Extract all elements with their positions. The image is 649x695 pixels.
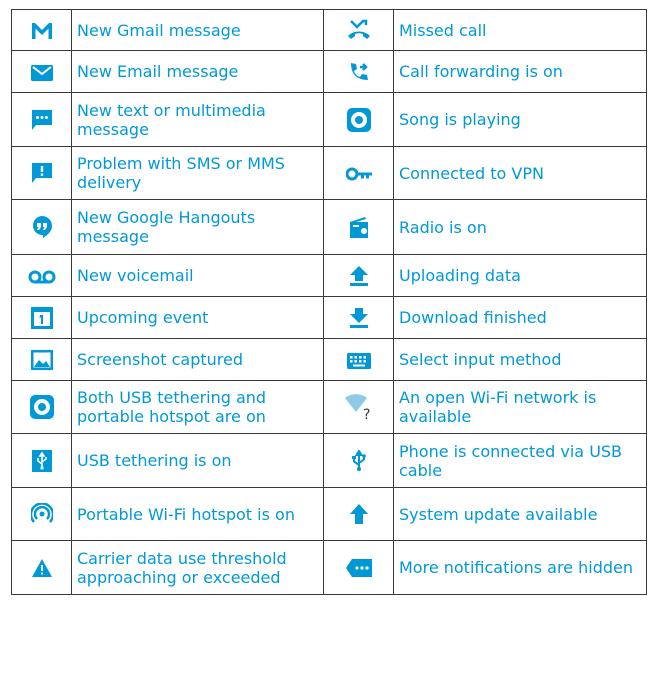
- table-row: New Email message Call forwarding is on: [11, 50, 647, 93]
- email-icon: [30, 64, 53, 81]
- table-row: New Google Hangouts message Radio is on: [11, 199, 647, 255]
- more-notifications-icon: [345, 559, 372, 578]
- list-item: USB tethering is on: [71, 433, 324, 488]
- table-row: Problem with SMS or MMS delivery Connect…: [11, 146, 647, 200]
- table-row: New voicemail Uploading data: [11, 254, 647, 297]
- radio-icon: [348, 216, 370, 238]
- hotspot-icon: [30, 503, 53, 525]
- table-row: Screenshot captured Select input method: [11, 338, 647, 381]
- hangouts-icon: [32, 216, 52, 238]
- list-item: Call forwarding is on: [393, 50, 647, 93]
- list-item: New text or multimedia message: [71, 92, 324, 147]
- table-row: New Gmail message Missed call: [11, 9, 647, 51]
- table-row: Carrier data use threshold approaching o…: [11, 540, 647, 595]
- table-row: Portable Wi-Fi hotspot is on System upda…: [11, 487, 647, 541]
- tethering-hotspot-icon: [29, 395, 54, 419]
- vpn-key-icon: [345, 167, 372, 181]
- sms-problem-icon: [31, 163, 52, 184]
- warning-icon: [31, 559, 52, 578]
- list-item: Upcoming event: [71, 296, 324, 339]
- list-item: New Email message: [71, 50, 324, 93]
- notification-icons-table: New Gmail message Missed call New Email …: [11, 9, 647, 595]
- calendar-icon: [30, 306, 53, 329]
- list-item: Download finished: [393, 296, 647, 339]
- system-update-icon: [349, 504, 368, 525]
- open-wifi-icon: ?: [344, 394, 373, 420]
- list-item: An open Wi-Fi network is available: [393, 380, 647, 434]
- song-playing-icon: [346, 107, 371, 132]
- list-item: More notifications are hidden: [393, 540, 647, 595]
- list-item: Connected to VPN: [393, 146, 647, 200]
- list-item: Song is playing: [393, 92, 647, 147]
- usb-tethering-icon: [31, 449, 52, 472]
- list-item: Missed call: [393, 9, 647, 51]
- list-item: Both USB tethering and portable hotspot …: [71, 380, 324, 434]
- list-item: Problem with SMS or MMS delivery: [71, 146, 324, 200]
- list-item: Radio is on: [393, 199, 647, 255]
- list-item: Carrier data use threshold approaching o…: [71, 540, 324, 595]
- download-icon: [349, 307, 368, 328]
- list-item: Phone is connected via USB cable: [393, 433, 647, 488]
- list-item: New Google Hangouts message: [71, 199, 324, 255]
- list-item: System update available: [393, 487, 647, 541]
- text-message-icon: [31, 109, 52, 130]
- icon-cell: [323, 9, 394, 51]
- call-forward-icon: [348, 61, 370, 83]
- missed-call-icon: [347, 19, 371, 41]
- list-item: Uploading data: [393, 254, 647, 297]
- table-row: USB tethering is on Phone is connected v…: [11, 433, 647, 488]
- gmail-icon: [31, 22, 53, 40]
- list-item: Portable Wi-Fi hotspot is on: [71, 487, 324, 541]
- table-row: Upcoming event Download finished: [11, 296, 647, 339]
- table-row: New text or multimedia message Song is p…: [11, 92, 647, 147]
- screenshot-icon: [30, 349, 53, 370]
- svg-text:?: ?: [363, 407, 370, 420]
- list-item: New Gmail message: [71, 9, 324, 51]
- list-item: Select input method: [393, 338, 647, 381]
- upload-icon: [349, 265, 368, 286]
- icon-cell: [11, 9, 72, 51]
- voicemail-icon: [28, 270, 56, 284]
- usb-icon: [351, 449, 367, 472]
- list-item: New voicemail: [71, 254, 324, 297]
- keyboard-icon: [346, 352, 371, 369]
- list-item: Screenshot captured: [71, 338, 324, 381]
- table-row: Both USB tethering and portable hotspot …: [11, 380, 647, 434]
